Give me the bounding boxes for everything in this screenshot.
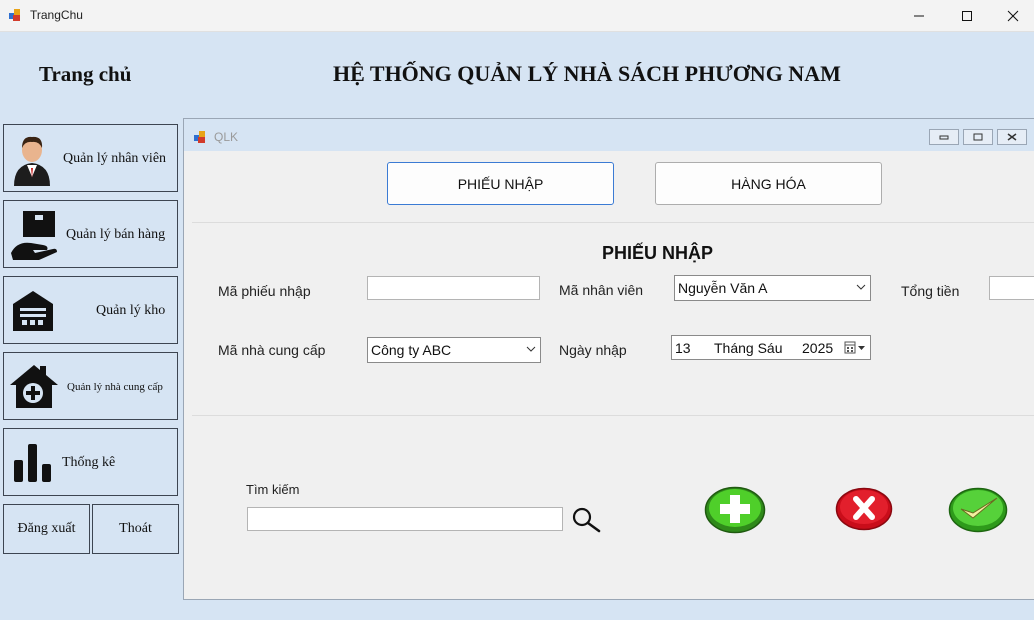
ma-nhan-vien-label: Mã nhân viên [559, 282, 644, 298]
ngay-nhap-datepicker[interactable]: 13 Tháng Sáu 2025 [671, 335, 871, 360]
supplier-home-icon [10, 365, 58, 408]
close-button[interactable] [990, 0, 1034, 31]
child-title-bar: QLK [184, 119, 1034, 151]
nav-employees-button[interactable]: Quản lý nhân viên [3, 124, 178, 192]
nav-warehouse-label: Quản lý kho [96, 303, 166, 318]
ma-nhan-vien-combobox[interactable]: Nguyễn Văn A [674, 275, 871, 301]
chevron-down-icon [856, 284, 866, 290]
tong-tien-input[interactable] [989, 276, 1034, 300]
maximize-button[interactable] [944, 0, 990, 31]
confirm-button[interactable] [948, 487, 1008, 533]
ma-nha-cung-cap-label: Mã nhà cung cấp [218, 342, 326, 358]
minimize-icon [914, 15, 924, 16]
nav-employees-label: Quản lý nhân viên [63, 151, 167, 166]
child-maximize-button[interactable] [963, 129, 993, 145]
app-icon [9, 9, 20, 21]
logout-button[interactable]: Đăng xuất [3, 504, 90, 554]
home-heading: Trang chủ [39, 62, 132, 86]
add-button[interactable] [704, 486, 766, 534]
calendar-dropdown-icon [844, 341, 865, 354]
bar-chart-icon [14, 444, 51, 482]
exit-button[interactable]: Thoát [92, 504, 179, 554]
minimize-icon [939, 135, 949, 140]
search-label: Tìm kiếm [246, 482, 300, 497]
tong-tien-label: Tổng tiền [901, 283, 960, 299]
qlk-window: QLK PHIẾU NHẬP HÀNG HÓA PHIẾU NHẬP Mã ph… [183, 118, 1034, 600]
sales-icon [11, 211, 57, 260]
warehouse-icon [13, 291, 53, 331]
divider-top [192, 222, 1034, 223]
tab-hang-hoa[interactable]: HÀNG HÓA [655, 162, 882, 205]
child-app-icon [194, 131, 205, 143]
divider-middle [192, 415, 1034, 416]
date-year: 2025 [802, 340, 834, 356]
nav-warehouse-button[interactable]: Quản lý kho [3, 276, 178, 344]
maximize-icon [973, 133, 983, 141]
system-heading: HỆ THỐNG QUẢN LÝ NHÀ SÁCH PHƯƠNG NAM [333, 61, 841, 86]
date-month: Tháng Sáu [714, 340, 783, 356]
delete-button[interactable] [835, 487, 893, 531]
chevron-down-icon [526, 346, 536, 352]
ma-nha-cung-cap-combobox[interactable]: Công ty ABC [367, 337, 541, 363]
child-close-button[interactable] [997, 129, 1027, 145]
ngay-nhap-label: Ngày nhập [559, 342, 627, 358]
maximize-icon [962, 10, 972, 21]
ma-nhan-vien-value: Nguyễn Văn A [678, 280, 768, 296]
window-title: TrangChu [30, 8, 83, 22]
nav-stats-button[interactable]: Thống kê [3, 428, 178, 496]
nav-suppliers-button[interactable]: Quản lý nhà cung cấp [3, 352, 178, 420]
tab-phieu-nhap[interactable]: PHIẾU NHẬP [387, 162, 614, 205]
form-title: PHIẾU NHẬP [602, 243, 714, 263]
nav-sales-label: Quản lý bán hàng [66, 227, 166, 242]
nav-sales-button[interactable]: Quản lý bán hàng [3, 200, 178, 268]
search-icon[interactable] [570, 507, 602, 533]
ma-phieu-nhap-input[interactable] [367, 276, 540, 300]
close-icon [1007, 10, 1019, 21]
child-window-title: QLK [214, 130, 239, 144]
nav-stats-label: Thống kê [62, 455, 116, 470]
ma-phieu-nhap-label: Mã phiếu nhập [218, 283, 311, 299]
nav-suppliers-label: Quản lý nhà cung cấp [67, 381, 163, 393]
employee-icon [14, 136, 50, 186]
child-minimize-button[interactable] [929, 129, 959, 145]
minimize-button[interactable] [896, 0, 942, 31]
title-bar: TrangChu [0, 0, 1034, 32]
close-icon [1007, 133, 1017, 141]
search-input[interactable] [247, 507, 563, 531]
date-day: 13 [675, 340, 691, 356]
ma-nha-cung-cap-value: Công ty ABC [371, 342, 452, 358]
